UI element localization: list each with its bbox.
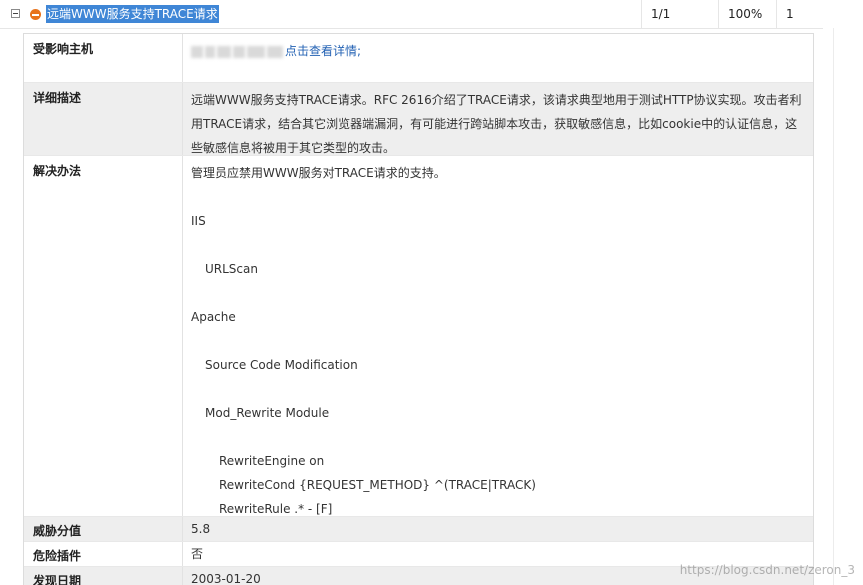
solution-line: Apache — [191, 310, 236, 324]
redacted-host — [247, 45, 265, 58]
watermark: https://blog.csdn.net/zeron_3 — [679, 563, 855, 577]
solution-line: IIS — [191, 214, 206, 228]
vuln-header-row[interactable]: 远端WWW服务支持TRACE请求 1/1 100% 1 — [0, 0, 823, 29]
vuln-detail-table: 受影响主机 点击查看详情; 详细描述 远端WWW服务支持TRACE请求。RFC … — [23, 33, 814, 585]
vuln-title[interactable]: 远端WWW服务支持TRACE请求 — [46, 5, 219, 23]
detail-row-score: 威胁分值 5.8 — [24, 516, 813, 541]
redacted-host — [267, 45, 283, 58]
solution-line: Mod_Rewrite Module — [205, 406, 330, 420]
solution-line: URLScan — [205, 262, 258, 276]
detail-row-solution: 解决办法 管理员应禁用WWW服务对TRACE请求的支持。 IIS URLScan… — [24, 155, 813, 516]
redacted-host — [205, 45, 215, 58]
solution-value: 管理员应禁用WWW服务对TRACE请求的支持。 IIS URLScan Apac… — [182, 156, 813, 516]
vuln-count: 1/1 — [641, 0, 718, 28]
severity-medium-icon — [30, 9, 41, 20]
solution-line: Source Code Modification — [205, 358, 358, 372]
redacted-host — [217, 45, 231, 58]
host-value: 点击查看详情; — [182, 34, 813, 82]
detail-row-host: 受影响主机 点击查看详情; — [24, 34, 813, 82]
redacted-host — [191, 45, 203, 58]
label-plugin: 危险插件 — [33, 549, 82, 563]
collapse-toggle-icon[interactable] — [11, 9, 20, 18]
score-value: 5.8 — [182, 517, 813, 541]
solution-line: RewriteEngine on — [219, 454, 325, 468]
detail-row-description: 详细描述 远端WWW服务支持TRACE请求。RFC 2616介绍了TRACE请求… — [24, 82, 813, 155]
solution-line: 管理员应禁用WWW服务对TRACE请求的支持。 — [191, 166, 446, 180]
label-date: 发现日期 — [33, 574, 82, 585]
description-value: 远端WWW服务支持TRACE请求。RFC 2616介绍了TRACE请求，该请求典… — [182, 83, 813, 155]
label-solution: 解决办法 — [33, 164, 82, 178]
host-details-link[interactable]: 点击查看详情; — [285, 44, 361, 58]
redacted-host — [233, 45, 245, 58]
label-score: 威胁分值 — [33, 524, 82, 538]
column-divider — [833, 28, 834, 585]
vuln-percent: 100% — [718, 0, 776, 28]
vuln-index: 1 — [776, 0, 823, 28]
label-host: 受影响主机 — [33, 42, 94, 56]
label-description: 详细描述 — [33, 91, 82, 105]
solution-line: RewriteCond {REQUEST_METHOD} ^(TRACE|TRA… — [219, 478, 536, 492]
